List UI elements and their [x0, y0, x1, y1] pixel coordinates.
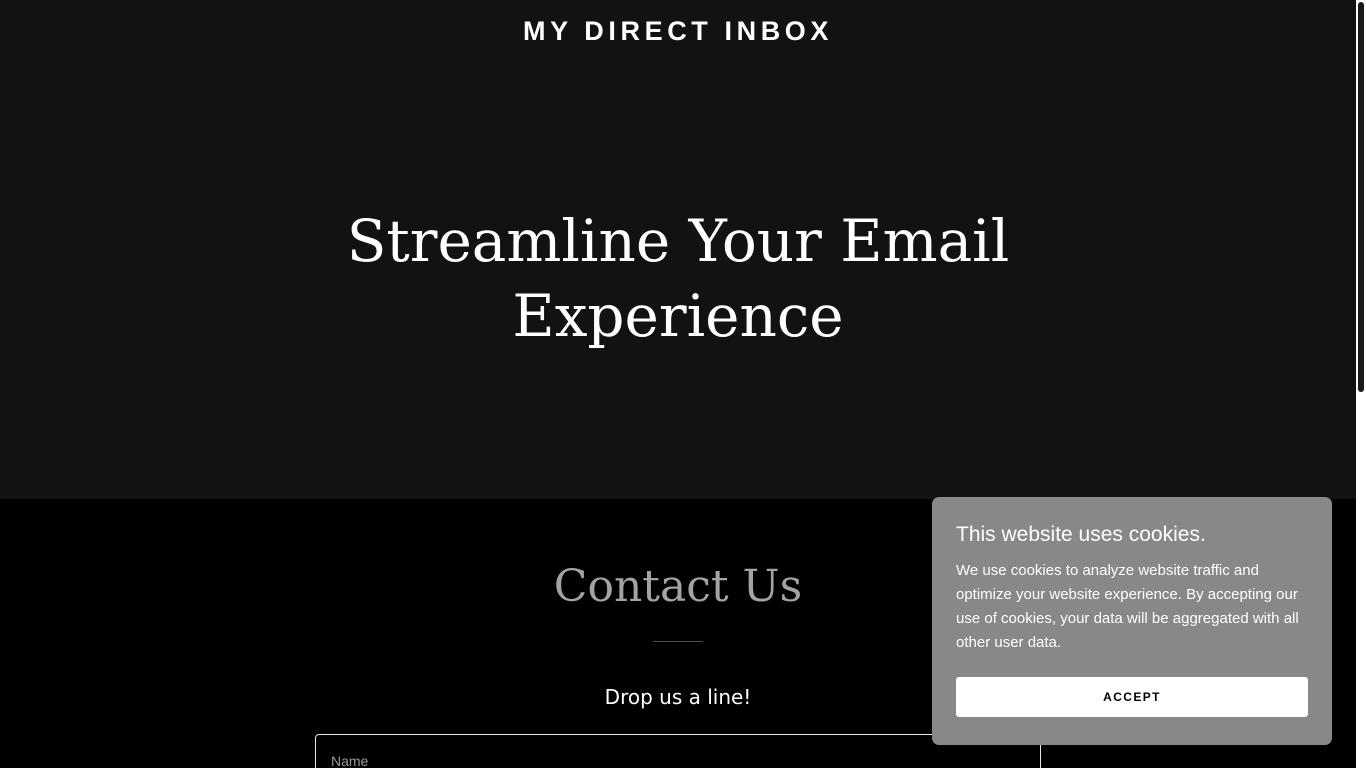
- name-input-label: Name: [331, 753, 369, 768]
- contact-divider: [653, 641, 703, 642]
- cookie-banner: This website uses cookies. We use cookie…: [932, 497, 1332, 745]
- hero-section: MY DIRECT INBOX Streamline Your Email Ex…: [0, 0, 1356, 499]
- hero-heading-line-2: Experience: [512, 282, 844, 350]
- scrollbar-thumb[interactable]: [1358, 2, 1364, 392]
- accept-cookies-button[interactable]: ACCEPT: [956, 677, 1308, 717]
- hero-heading: Streamline Your Email Experience: [0, 204, 1356, 354]
- site-title-link[interactable]: MY DIRECT INBOX: [0, 14, 1356, 48]
- cookie-banner-title: This website uses cookies.: [956, 523, 1206, 546]
- cookie-banner-text: We use cookies to analyze website traffi…: [956, 562, 1299, 651]
- hero-heading-line-1: Streamline Your Email: [346, 207, 1010, 275]
